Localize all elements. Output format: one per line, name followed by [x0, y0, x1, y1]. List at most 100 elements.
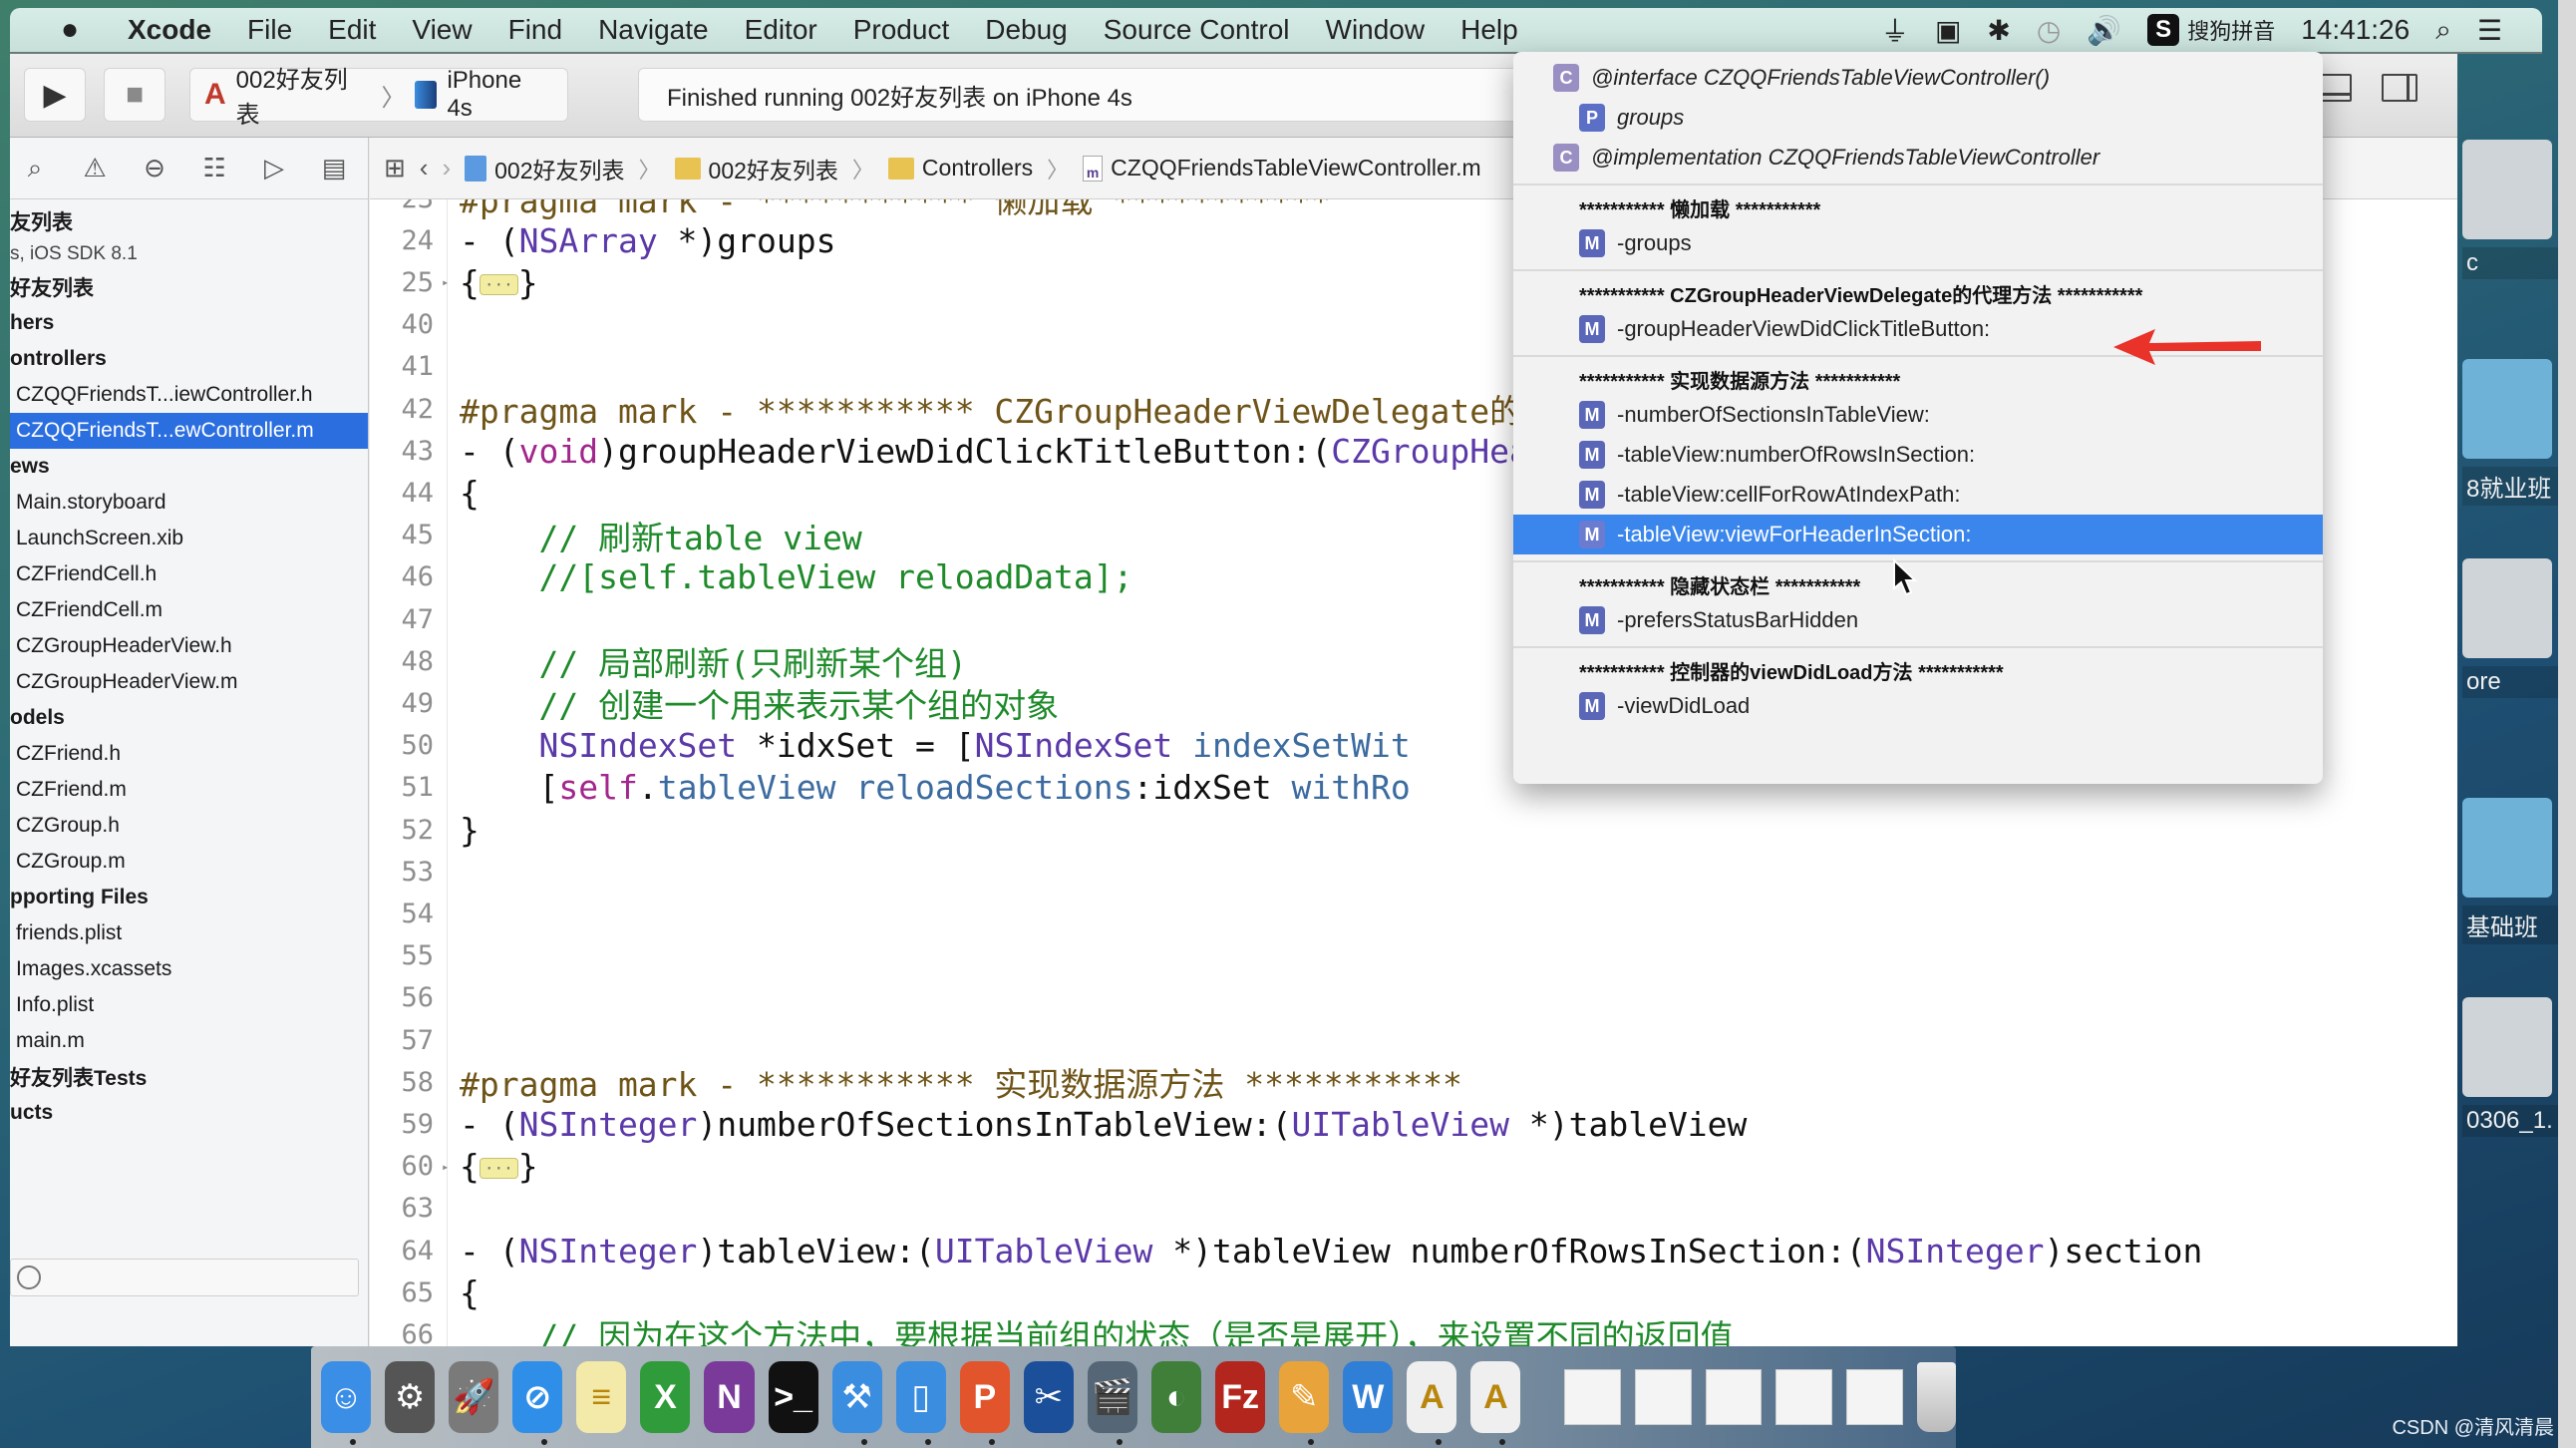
volume-icon[interactable]: 🔊 [2087, 14, 2121, 47]
navigator-file-item[interactable]: CZGroupHeaderView.m [10, 664, 368, 700]
navigator-group-item[interactable]: 友列表 [10, 203, 368, 239]
navigator-group-item[interactable]: odels [10, 700, 368, 736]
search-icon[interactable]: ⌕ [2435, 14, 2451, 47]
run-button[interactable]: ▶ [24, 68, 86, 122]
navigator-file-item[interactable]: CZGroup.m [10, 844, 368, 880]
breadcrumb-file[interactable]: m CZQQFriendsTableViewController.m [1083, 155, 1481, 181]
navigator-file-item[interactable]: main.m [10, 1023, 368, 1059]
menu-item-method[interactable]: M -numberOfSectionsInTableView: [1513, 395, 2323, 435]
dock-launchpad-icon[interactable]: 🚀 [449, 1361, 499, 1433]
navigator-group-item[interactable]: hers [10, 305, 368, 341]
forward-icon[interactable]: › [442, 153, 451, 183]
navigator-file-item[interactable]: CZFriendCell.m [10, 592, 368, 628]
dock-powerpoint-icon[interactable]: P [959, 1361, 1010, 1445]
scissors-icon[interactable]: ⏚ [1881, 10, 1909, 50]
time-machine-icon[interactable]: ◷ [2037, 14, 2061, 47]
menu-item-method[interactable]: M -groups [1513, 223, 2323, 263]
dock-simulator-icon[interactable]: ▯ [895, 1361, 946, 1445]
dock-minimized-window[interactable] [1564, 1369, 1621, 1425]
menu-source-control[interactable]: Source Control [1086, 14, 1308, 46]
desktop-icon[interactable]: 0306_1. [2462, 997, 2572, 1137]
navigator-file-item[interactable]: CZFriendCell.h [10, 556, 368, 592]
dock-excel-icon[interactable]: X [640, 1361, 691, 1433]
dock-minimized-window[interactable] [1705, 1369, 1763, 1425]
list-icon[interactable]: ☰ [2477, 14, 2502, 47]
report-navigator-icon[interactable]: ▤ [317, 153, 351, 183]
navigator-group-item[interactable]: ontrollers [10, 341, 368, 377]
stop-button[interactable]: ■ [104, 68, 165, 122]
clock[interactable]: 14:41:26 [2301, 14, 2410, 46]
navigator-filter-field[interactable] [10, 1259, 359, 1296]
navigator-file-item[interactable]: CZGroupHeaderView.h [10, 628, 368, 664]
menu-xcode[interactable]: Xcode [110, 14, 229, 46]
breadcrumb-controllers[interactable]: Controllers [887, 155, 1033, 181]
related-items-icon[interactable]: ⊞ [384, 153, 406, 183]
navigator-group-item[interactable]: 好友列表 [10, 269, 368, 305]
menu-item-method[interactable]: M -tableView:viewForHeaderInSection: [1513, 515, 2323, 554]
dock-safari-icon[interactable]: ⊘ [512, 1361, 563, 1445]
navigator-file-item[interactable]: CZQQFriendsT...iewController.h [10, 377, 368, 413]
navigator-file-item[interactable]: CZFriend.m [10, 772, 368, 808]
breakpoint-navigator-icon[interactable]: ▷ [257, 153, 291, 183]
menu-item-interface[interactable]: C @interface CZQQFriendsTableViewControll… [1513, 58, 2323, 98]
dock-video-app-icon[interactable]: 🎬 [1087, 1361, 1138, 1445]
test-navigator-icon[interactable]: ⊖ [138, 153, 171, 183]
menu-item-implementation[interactable]: C @implementation CZQQFriendsTableViewCon… [1513, 138, 2323, 178]
menu-navigate[interactable]: Navigate [580, 14, 727, 46]
desktop-icon[interactable]: 基础班 [2462, 798, 2572, 944]
dock-xcode-icon[interactable]: ⚒ [831, 1361, 882, 1445]
menu-view[interactable]: View [394, 14, 489, 46]
dock-xcode-doc-1-icon[interactable]: A [1407, 1361, 1457, 1445]
dock-ftp-app-icon[interactable]: ◐ [1151, 1361, 1202, 1433]
desktop-icon[interactable]: ore [2462, 558, 2572, 698]
navigator-file-item[interactable]: Images.xcassets [10, 951, 368, 987]
back-icon[interactable]: ‹ [420, 153, 429, 183]
navigator-file-item[interactable]: CZGroup.h [10, 808, 368, 844]
menu-product[interactable]: Product [835, 14, 968, 46]
breadcrumb-group[interactable]: 002好友列表 [674, 152, 838, 185]
scheme-selector[interactable]: A 002好友列表 〉 iPhone 4s [189, 67, 568, 129]
navigator-file-item[interactable]: CZQQFriendsT...ewController.m [10, 413, 368, 449]
menu-item-method[interactable]: M -tableView:numberOfRowsInSection: [1513, 435, 2323, 475]
dock-notes-icon[interactable]: ≡ [576, 1361, 627, 1433]
navigator-group-item[interactable]: pporting Files [10, 880, 368, 915]
debug-navigator-icon[interactable]: ☷ [197, 153, 231, 183]
menu-file[interactable]: File [229, 14, 310, 46]
desktop-icon[interactable]: 8就业班 [2462, 359, 2572, 506]
navigator-group-item[interactable]: ucts [10, 1095, 368, 1131]
menu-window[interactable]: Window [1308, 14, 1444, 46]
dock-terminal-icon[interactable]: >_ [768, 1361, 818, 1433]
dock-word-icon[interactable]: W [1343, 1361, 1394, 1433]
input-method-menu[interactable]: S 搜狗拼音 [2147, 14, 2275, 46]
navigator-file-item[interactable]: Main.storyboard [10, 485, 368, 521]
navigator-file-item[interactable]: friends.plist [10, 915, 368, 951]
find-navigator-icon[interactable]: ⌕ [18, 153, 52, 184]
dock-xcode-doc-2-icon[interactable]: A [1470, 1361, 1521, 1445]
dock-onenote-icon[interactable]: N [704, 1361, 755, 1433]
navigator-group-item[interactable]: 好友列表Tests [10, 1059, 368, 1095]
navigator-group-item[interactable]: s, iOS SDK 8.1 [10, 239, 368, 269]
desktop-icon[interactable]: c [2462, 140, 2572, 279]
dock-finder-icon[interactable]: ☺ [321, 1361, 372, 1445]
dock-minimized-window[interactable] [1775, 1369, 1833, 1425]
menu-item-method[interactable]: M -viewDidLoad [1513, 686, 2323, 726]
dock-system-preferences-icon[interactable]: ⚙ [385, 1361, 436, 1433]
screen-record-icon[interactable]: ▣ [1935, 14, 1961, 47]
navigator-file-item[interactable]: Info.plist [10, 987, 368, 1023]
bluetooth-icon[interactable]: ✱ [1987, 14, 2010, 47]
breadcrumb-project[interactable]: 002好友列表 [465, 152, 625, 185]
navigator-file-item[interactable]: CZFriend.h [10, 736, 368, 772]
navigator-group-item[interactable]: ews [10, 449, 368, 485]
issue-navigator-icon[interactable]: ⚠ [78, 153, 112, 183]
dock-minimized-window[interactable] [1634, 1369, 1692, 1425]
menu-editor[interactable]: Editor [727, 14, 835, 46]
menu-debug[interactable]: Debug [967, 14, 1086, 46]
menu-item-method[interactable]: M -tableView:cellForRowAtIndexPath: [1513, 475, 2323, 515]
dock-instruments-icon[interactable]: ✎ [1279, 1361, 1330, 1445]
menu-find[interactable]: Find [490, 14, 580, 46]
menu-item-method[interactable]: M -prefersStatusBarHidden [1513, 600, 2323, 640]
dock-screenshot-tool-icon[interactable]: ✂ [1023, 1361, 1074, 1433]
menu-help[interactable]: Help [1443, 14, 1536, 46]
menu-edit[interactable]: Edit [310, 14, 394, 46]
dock-minimized-window[interactable] [1846, 1369, 1903, 1425]
